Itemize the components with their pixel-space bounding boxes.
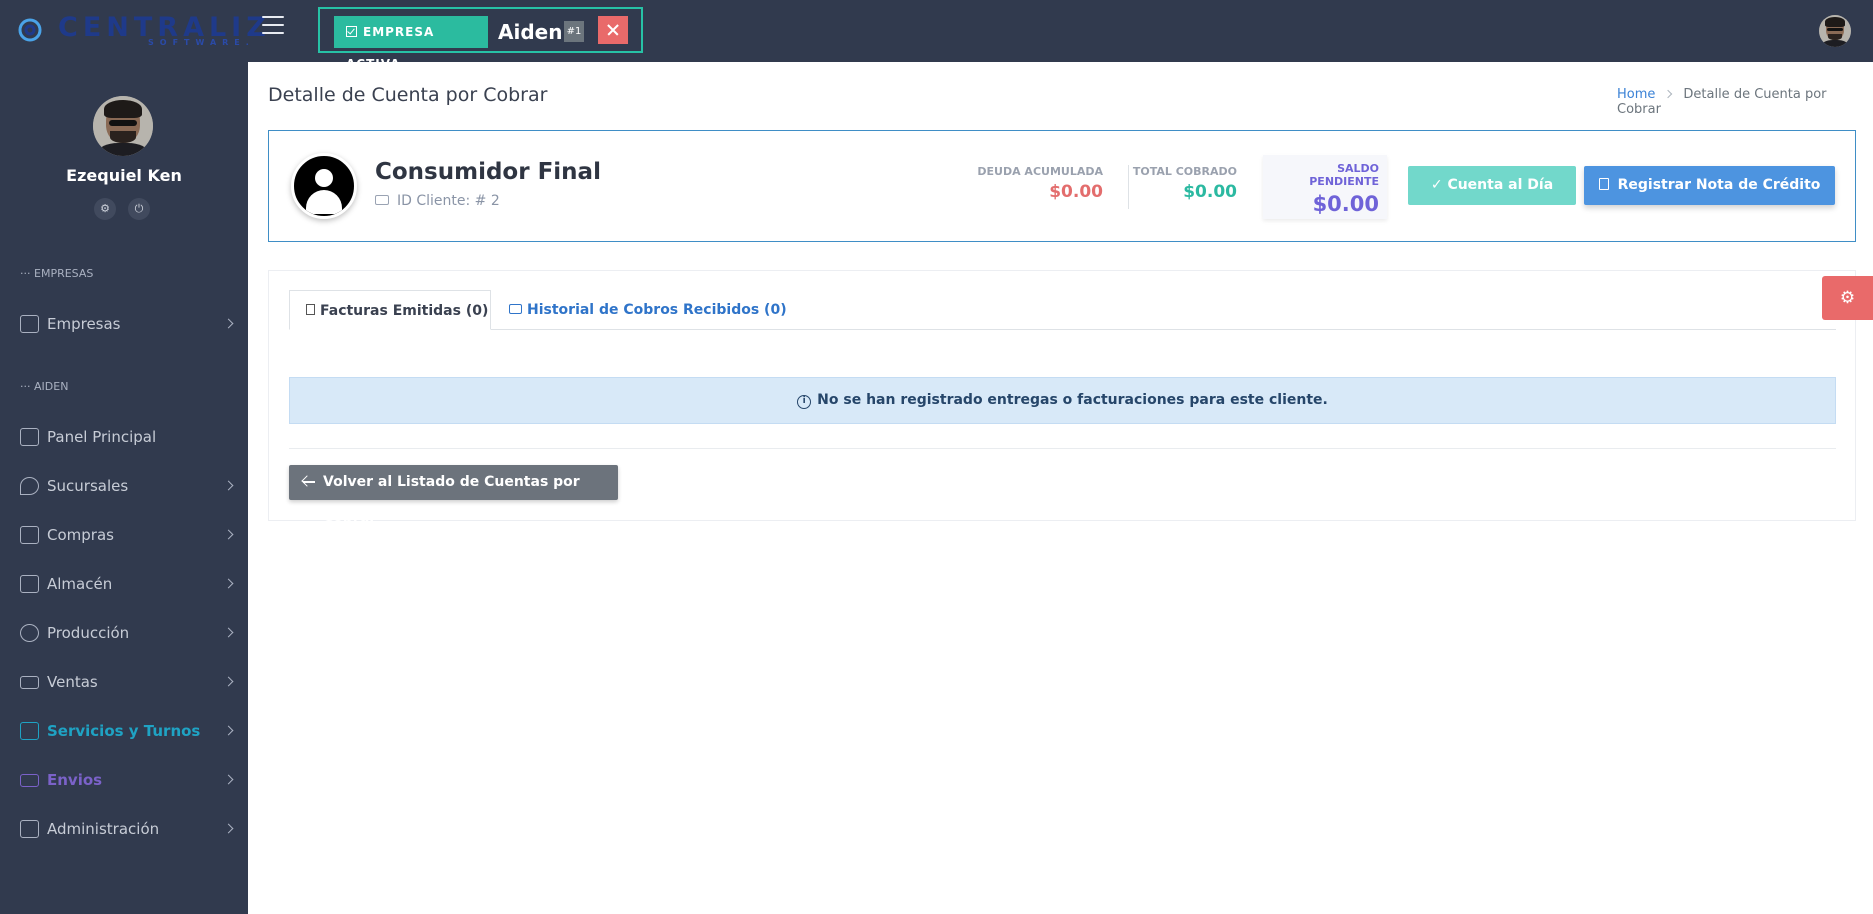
document-icon [1598, 178, 1609, 190]
chevron-right-icon [1664, 89, 1673, 99]
cuenta-al-dia-button[interactable]: ✓ Cuenta al Día [1408, 166, 1576, 205]
metric-saldo-value: $0.00 [1312, 192, 1379, 216]
sidebar-item-sucursales[interactable]: Sucursales [0, 466, 248, 506]
metric-deuda-label: DEUDA ACUMULADA [977, 165, 1103, 178]
section-label-empresas: ··· EMPRESAS [20, 267, 94, 280]
sidebar-item-administracion[interactable]: Administración [0, 809, 248, 849]
calendar-icon [20, 722, 39, 740]
document-icon [306, 304, 315, 315]
metric-deuda-acumulada: DEUDA ACUMULADA $0.00 [969, 165, 1103, 202]
metric-cobrado-label: TOTAL COBRADO [1132, 165, 1237, 178]
active-company-badge-label: EMPRESA ACTIVA [346, 25, 435, 71]
sidebar-item-almacen[interactable]: Almacén [0, 564, 248, 604]
chevron-right-icon [223, 529, 234, 540]
client-id: ID Cliente: # 2 [375, 193, 500, 209]
building-icon [20, 315, 39, 333]
archive-icon [20, 575, 39, 593]
breadcrumb-home-link[interactable]: Home [1617, 87, 1655, 102]
empty-info-alert: i No se han registrado entregas o factura… [289, 377, 1836, 424]
settings-gear-icon[interactable]: ⚙ [94, 198, 116, 220]
settings-gear-icon[interactable]: ⚙ [1822, 276, 1873, 320]
logo-swirl-icon [18, 18, 42, 42]
wallet-icon [20, 820, 39, 838]
sidebar-item-envios[interactable]: Envios [0, 760, 248, 800]
check-square-icon [346, 26, 357, 37]
chevron-right-icon [223, 578, 234, 589]
menu-toggle-icon[interactable] [262, 16, 284, 36]
active-company-badge: EMPRESA ACTIVA [334, 16, 488, 71]
chevron-right-icon [223, 318, 234, 329]
profile-actions: ⚙ ⏻ [94, 198, 156, 220]
power-icon[interactable]: ⏻ [128, 198, 150, 220]
tab-historial-cobros[interactable]: Historial de Cobros Recibidos (0) [509, 290, 787, 330]
truck-icon [20, 774, 39, 787]
active-company-name: Aiden [498, 20, 563, 44]
tabs-card: Facturas Emitidas (0) Historial de Cobro… [268, 270, 1856, 525]
chevron-right-icon [223, 627, 234, 638]
breadcrumb: Home Detalle de Cuenta por Cobrar [1617, 87, 1873, 117]
cash-icon [20, 676, 39, 689]
id-card-icon [375, 195, 389, 205]
active-company-number: #1 [564, 21, 584, 42]
wallet-icon [509, 304, 522, 314]
sidebar-item-produccion[interactable]: Producción [0, 613, 248, 653]
divider [289, 448, 1836, 449]
client-summary-card: Consumidor Final ID Cliente: # 2 DEUDA A… [268, 130, 1856, 242]
logo-subtext: SOFTWARE. [148, 38, 255, 47]
user-avatar[interactable] [1819, 15, 1851, 47]
metric-saldo-pendiente: SALDO PENDIENTE $0.00 [1269, 162, 1379, 216]
back-to-list-button[interactable]: Volver al Listado de Cuentas por Cobrar [289, 465, 618, 525]
app-logo[interactable]: CENTRALIZ SOFTWARE. [18, 14, 266, 48]
metric-deuda-value: $0.00 [1049, 182, 1103, 202]
metric-total-cobrado: TOTAL COBRADO $0.00 [1129, 165, 1237, 202]
sidebar-item-empresas[interactable]: Empresas [0, 304, 248, 344]
page-title: Detalle de Cuenta por Cobrar [268, 84, 548, 106]
sidebar-item-panel-principal[interactable]: Panel Principal [0, 417, 248, 457]
gears-icon [20, 624, 39, 642]
sidebar-item-ventas[interactable]: Ventas [0, 662, 248, 702]
profile-avatar [93, 96, 153, 156]
arrow-left-icon [303, 481, 315, 483]
chevron-right-icon [223, 774, 234, 785]
chevron-right-icon [223, 823, 234, 834]
client-name: Consumidor Final [375, 159, 601, 185]
registrar-nota-credito-button[interactable]: Registrar Nota de Crédito [1584, 166, 1835, 205]
home-icon [20, 428, 39, 446]
metric-saldo-label: SALDO PENDIENTE [1309, 162, 1379, 188]
chevron-right-icon [223, 676, 234, 687]
sidebar-item-compras[interactable]: Compras [0, 515, 248, 555]
top-header: CENTRALIZ SOFTWARE. EMPRESA ACTIVA Aiden… [0, 0, 1873, 71]
active-company-box: EMPRESA ACTIVA Aiden #1 [318, 7, 643, 71]
chevron-right-icon [223, 725, 234, 736]
info-icon: i [797, 395, 812, 409]
profile-name: Ezequiel Ken [66, 166, 182, 185]
sidebar: Ezequiel Ken ⚙ ⏻ ··· EMPRESAS Empresas ·… [0, 62, 248, 914]
map-pin-icon [20, 477, 39, 495]
chevron-right-icon [223, 480, 234, 491]
close-company-button[interactable] [598, 16, 628, 44]
tab-facturas-emitidas[interactable]: Facturas Emitidas (0) [289, 290, 491, 330]
sidebar-item-servicios-y-turnos[interactable]: Servicios y Turnos [0, 711, 248, 751]
client-user-icon [291, 153, 357, 219]
section-label-aiden: ··· AIDEN [20, 380, 69, 393]
basket-icon [20, 526, 39, 544]
metric-cobrado-value: $0.00 [1183, 182, 1237, 202]
